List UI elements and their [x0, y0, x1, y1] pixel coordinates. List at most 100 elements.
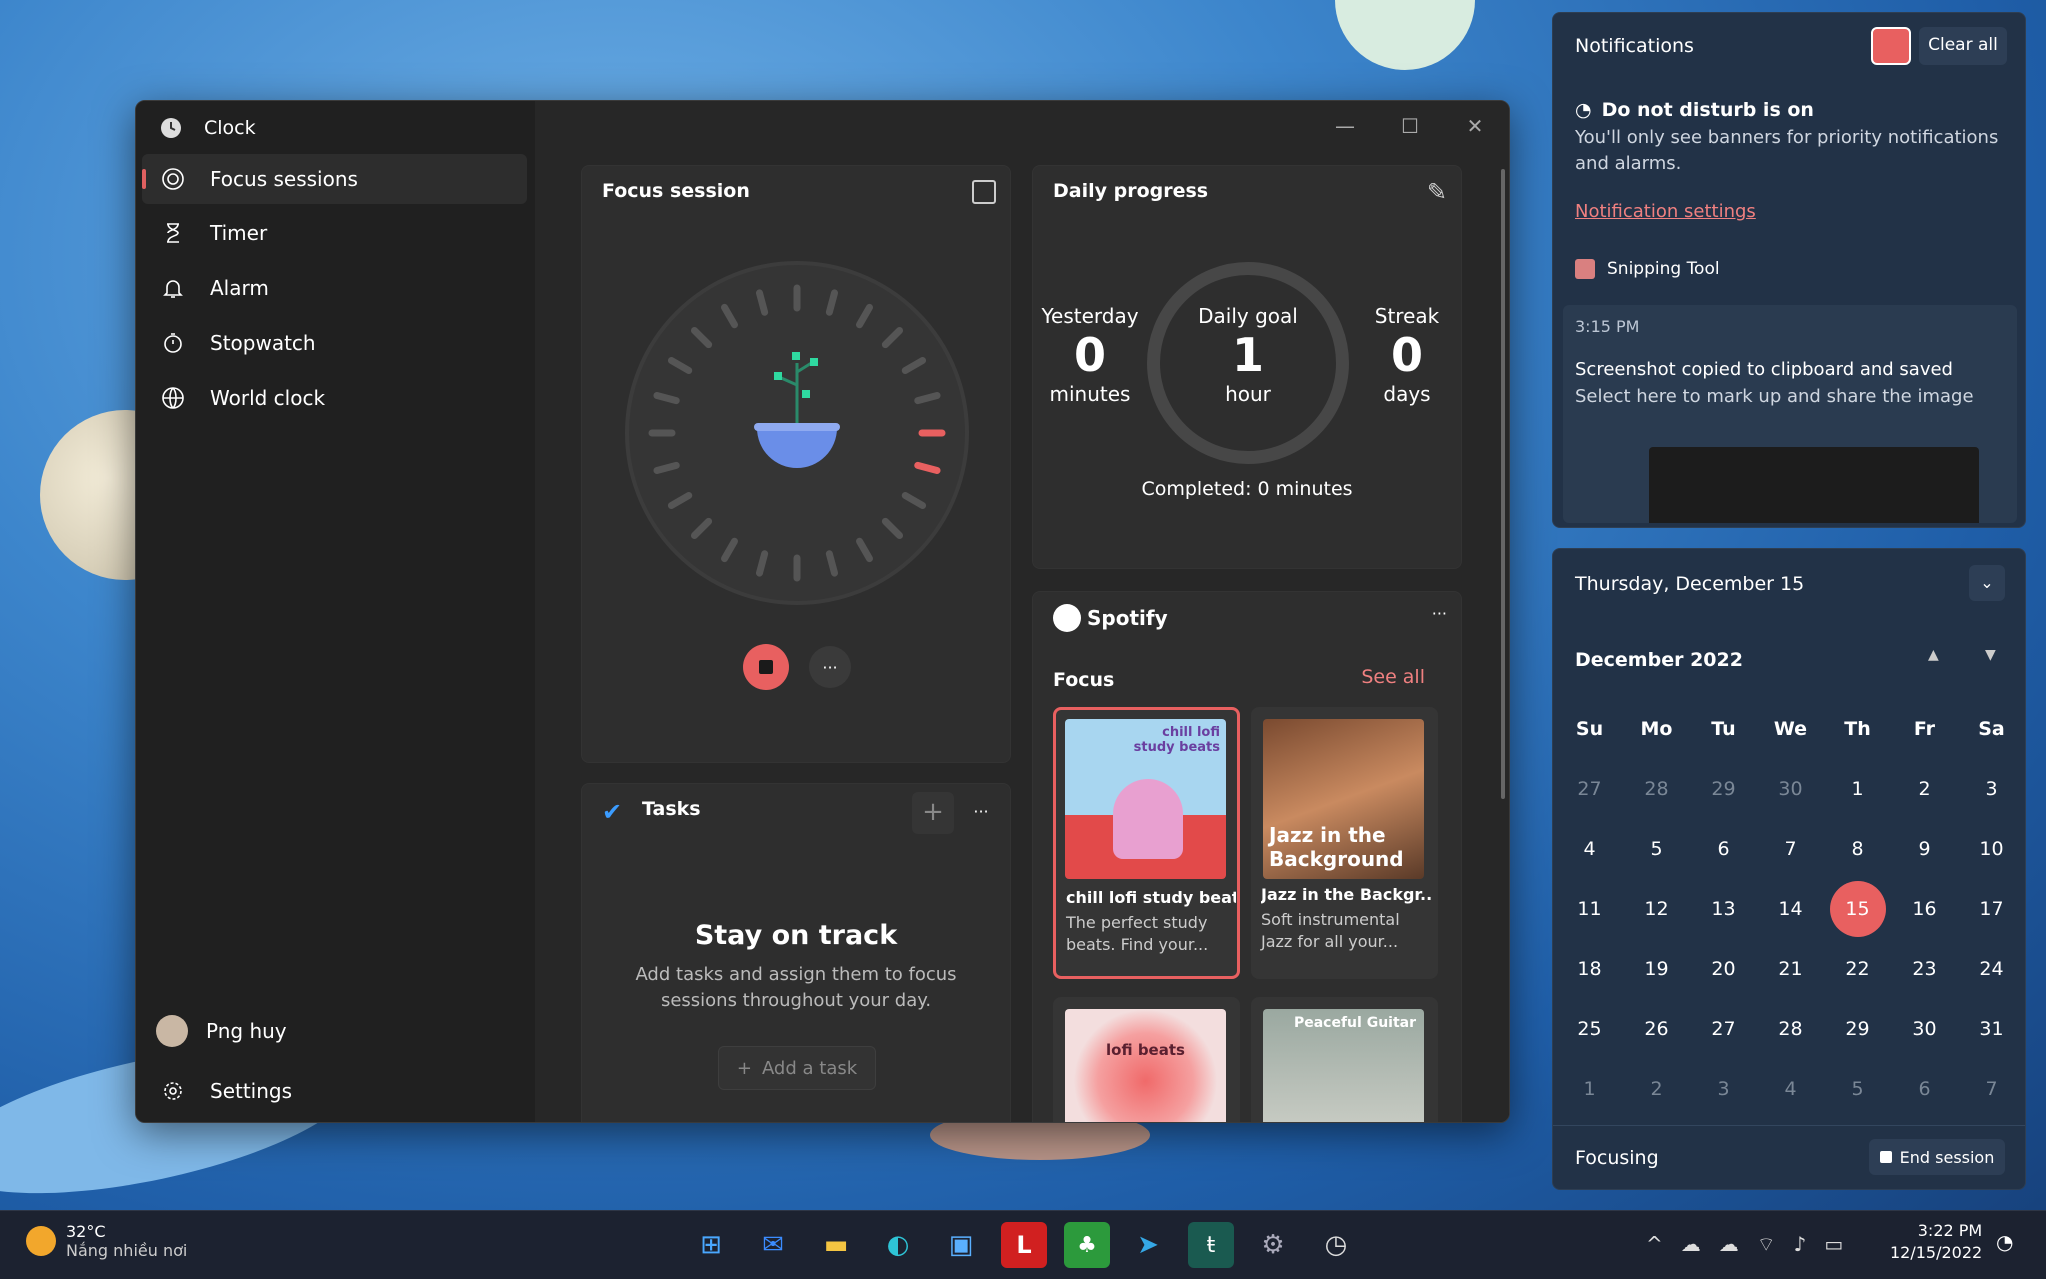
evernote-icon[interactable]: ♣ [1064, 1222, 1110, 1268]
calendar-day[interactable]: 8 [1824, 819, 1891, 879]
spotify-more-button[interactable]: ··· [1432, 604, 1447, 623]
calendar-day[interactable]: 26 [1623, 999, 1690, 1059]
calendar-day[interactable]: 1 [1824, 759, 1891, 819]
end-session-button[interactable]: End session [1869, 1139, 2005, 1175]
more-options-button[interactable]: ··· [809, 646, 851, 688]
calendar-day[interactable]: 5 [1623, 819, 1690, 879]
spotify-logo: Spotify [1053, 604, 1168, 632]
art-text: Peaceful Guitar [1293, 1015, 1416, 1031]
calendar-day[interactable]: 11 [1556, 879, 1623, 939]
compact-mode-icon[interactable] [972, 180, 996, 204]
maximize-button[interactable]: ☐ [1390, 111, 1430, 141]
calendar-day[interactable]: 21 [1757, 939, 1824, 999]
calendar-day[interactable]: 27 [1556, 759, 1623, 819]
nav-focus-sessions[interactable]: Focus sessions [142, 154, 527, 204]
prev-month-button[interactable]: ▲ [1928, 647, 1939, 663]
notification-bell-icon[interactable]: ◔ [1996, 1230, 2013, 1254]
calendar-day[interactable]: 24 [1958, 939, 2025, 999]
nav-world-clock[interactable]: World clock [142, 373, 527, 423]
dnd-toggle-button[interactable] [1871, 27, 1911, 65]
calendar-day[interactable]: 5 [1824, 1059, 1891, 1119]
start-icon[interactable]: ⊞ [688, 1222, 734, 1268]
playlist-tile[interactable]: lofi beats [1053, 997, 1240, 1122]
calendar-day[interactable]: 30 [1757, 759, 1824, 819]
playlist-tile[interactable]: Peaceful Guitar [1251, 997, 1438, 1122]
calendar-day[interactable]: 28 [1757, 999, 1824, 1059]
see-all-link[interactable]: See all [1361, 666, 1425, 688]
calendar-day[interactable]: 19 [1623, 939, 1690, 999]
next-month-button[interactable]: ▼ [1985, 647, 1996, 663]
calendar-day[interactable]: 27 [1690, 999, 1757, 1059]
section-title: Focus [1053, 669, 1115, 691]
telegram-icon[interactable]: ➤ [1125, 1222, 1171, 1268]
playlist-tile[interactable]: Jazz in the Background Jazz in the Backg… [1251, 707, 1438, 979]
edge-icon[interactable]: ◐ [875, 1222, 921, 1268]
calendar-day[interactable]: 4 [1757, 1059, 1824, 1119]
daily-progress-card: Daily progress ✎ Yesterday 0 minutes Dai… [1032, 165, 1462, 569]
close-button[interactable]: ✕ [1455, 111, 1495, 141]
calendar-day[interactable]: 29 [1824, 999, 1891, 1059]
calendar-day[interactable]: 16 [1891, 879, 1958, 939]
settings-app-icon[interactable]: ⚙ [1250, 1222, 1296, 1268]
card-title: Focus session [602, 180, 750, 202]
user-profile[interactable]: Png huy [142, 1006, 527, 1056]
calendar-day-today[interactable]: 15 [1824, 879, 1891, 939]
nav-timer[interactable]: Timer [142, 208, 527, 258]
minimize-button[interactable]: — [1325, 111, 1365, 141]
calendar-day[interactable]: 14 [1757, 879, 1824, 939]
tasks-more-button[interactable]: ··· [962, 794, 1000, 832]
scrollbar-thumb[interactable] [1501, 169, 1505, 799]
collapse-button[interactable]: ⌄ [1969, 565, 2005, 601]
calendar-date: Thursday, December 15 [1575, 573, 1805, 595]
edit-icon[interactable]: ✎ [1427, 178, 1447, 206]
calendar-day[interactable]: 10 [1958, 819, 2025, 879]
weather-widget[interactable]: 32°C Nắng nhiều nơi [26, 1222, 187, 1260]
stop-button[interactable] [743, 644, 789, 690]
dial-tick [914, 391, 941, 405]
calendar-day[interactable]: 17 [1958, 879, 2025, 939]
calendar-day[interactable]: 1 [1556, 1059, 1623, 1119]
notification-settings-link[interactable]: Notification settings [1575, 201, 1756, 222]
calendar-day[interactable]: 4 [1556, 819, 1623, 879]
notification-card[interactable]: 3:15 PM Screenshot copied to clipboard a… [1563, 305, 2017, 523]
taskbar-clock[interactable]: 3:22 PM 12/15/2022 [1890, 1220, 1982, 1264]
calendar-day[interactable]: 31 [1958, 999, 2025, 1059]
clock-taskbar-icon[interactable]: ◷ [1313, 1222, 1359, 1268]
calendar-day[interactable]: 25 [1556, 999, 1623, 1059]
day-number: 7 [1784, 838, 1797, 860]
nav-stopwatch[interactable]: Stopwatch [142, 318, 527, 368]
calendar-day[interactable]: 28 [1623, 759, 1690, 819]
calendar-day[interactable]: 12 [1623, 879, 1690, 939]
clear-all-button[interactable]: Clear all [1919, 27, 2007, 65]
calendar-day[interactable]: 3 [1958, 759, 2025, 819]
day-number: 7 [1985, 1078, 1998, 1100]
nav-settings[interactable]: Settings [142, 1066, 527, 1116]
calendar-day[interactable]: 6 [1891, 1059, 1958, 1119]
calendar-day[interactable]: 23 [1891, 939, 1958, 999]
add-task-button[interactable]: + Add a task [718, 1046, 876, 1090]
nav-label: Stopwatch [210, 331, 316, 355]
calendar-day[interactable]: 20 [1690, 939, 1757, 999]
playlist-tile[interactable]: chill lofi study beats chill lofi study … [1053, 707, 1240, 979]
calendar-day[interactable]: 29 [1690, 759, 1757, 819]
calendar-day[interactable]: 7 [1958, 1059, 2025, 1119]
app-l-icon[interactable]: L [1001, 1222, 1047, 1268]
calendar-day[interactable]: 9 [1891, 819, 1958, 879]
app-t-icon[interactable]: ŧ [1188, 1222, 1234, 1268]
calendar-day[interactable]: 22 [1824, 939, 1891, 999]
calendar-day[interactable]: 3 [1690, 1059, 1757, 1119]
folder-icon[interactable]: ▬ [813, 1222, 859, 1268]
calendar-day[interactable]: 13 [1690, 879, 1757, 939]
tray-icons[interactable]: ^☁☁⌔♪▭ [1646, 1232, 1861, 1257]
calendar-day[interactable]: 18 [1556, 939, 1623, 999]
add-task-plus-button[interactable]: + [912, 792, 954, 834]
mail-icon[interactable]: ✉ [750, 1222, 796, 1268]
calendar-day[interactable]: 2 [1623, 1059, 1690, 1119]
store-icon[interactable]: ▣ [938, 1222, 984, 1268]
calendar-day[interactable]: 7 [1757, 819, 1824, 879]
calendar-day[interactable]: 6 [1690, 819, 1757, 879]
nav-alarm[interactable]: Alarm [142, 263, 527, 313]
calendar-day[interactable]: 30 [1891, 999, 1958, 1059]
goal-stat: Daily goal 1 hour [1147, 304, 1349, 406]
calendar-day[interactable]: 2 [1891, 759, 1958, 819]
